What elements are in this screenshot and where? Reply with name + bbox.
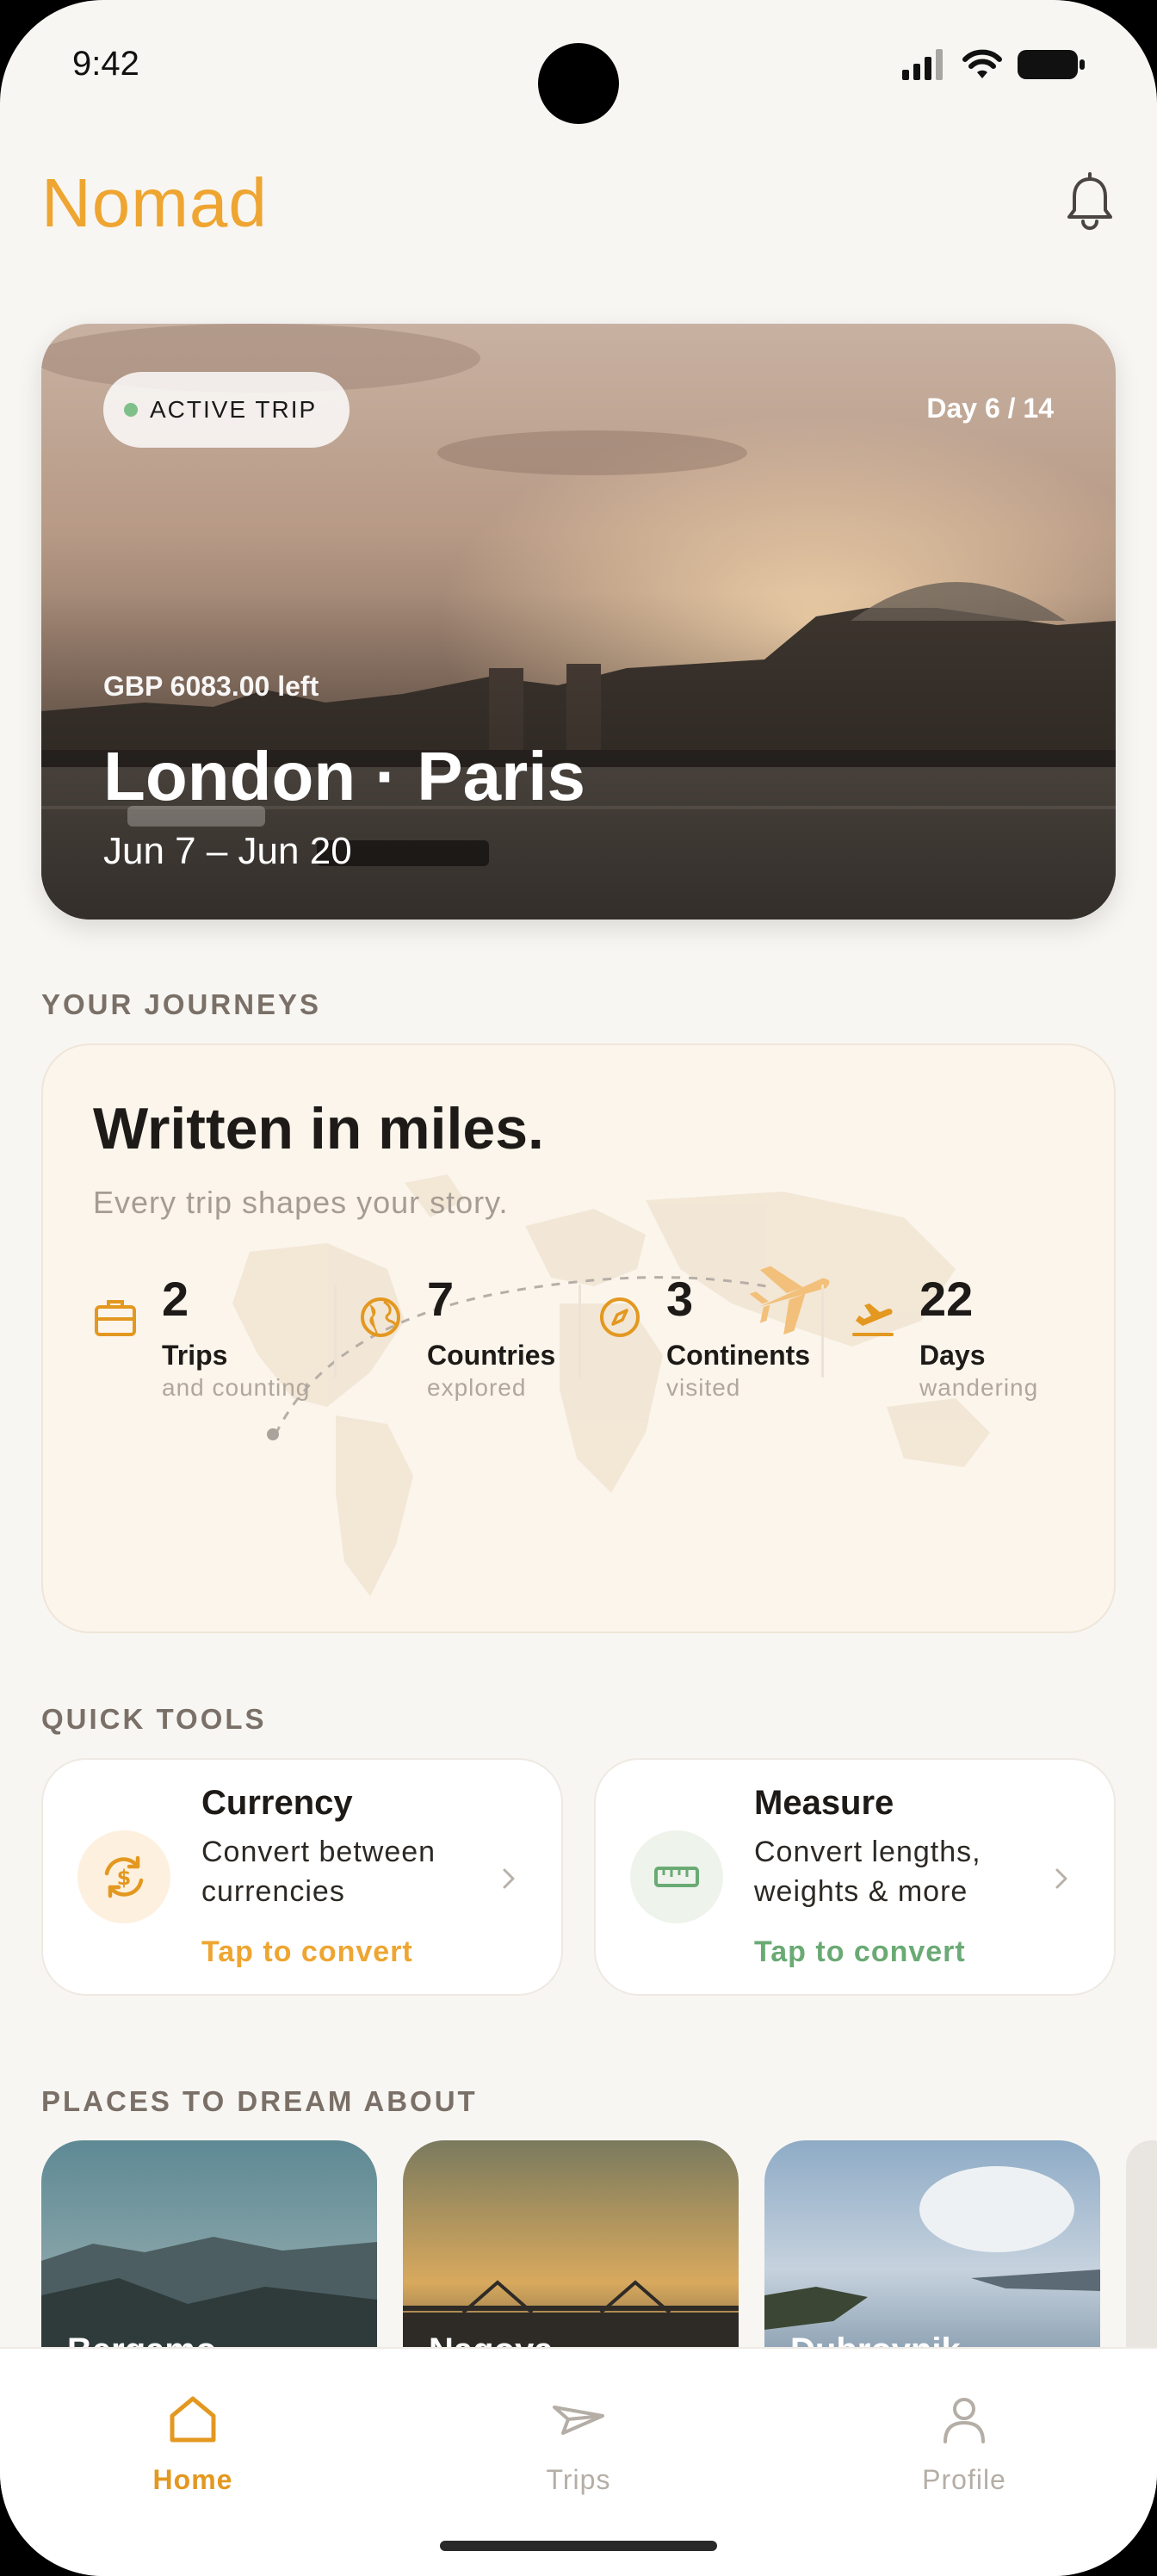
- app-screen: 9:42 Nomad ACTIVE TRIP Day 6 / 14 GBP 60…: [0, 0, 1157, 2576]
- status-icons: [902, 48, 1086, 81]
- currency-tool-cta[interactable]: Tap to convert: [201, 1935, 413, 1969]
- stat-divider: [821, 1285, 824, 1378]
- stat-label: Continents: [666, 1340, 811, 1371]
- stat-label: Countries: [427, 1340, 556, 1371]
- chevron-right-icon: [503, 1868, 515, 1889]
- currency-tool-card[interactable]: $ Currency Convert between currencies Ta…: [41, 1758, 563, 1996]
- battery-icon: [1018, 50, 1085, 79]
- ruler-icon: [654, 1867, 699, 1887]
- measure-icon-circle: [630, 1830, 723, 1923]
- currency-icon-circle: $: [77, 1830, 170, 1923]
- journeys-section-label: YOUR JOURNEYS: [41, 988, 322, 1020]
- stat-value: 7: [427, 1272, 455, 1326]
- nav-item-trips[interactable]: Trips: [467, 2392, 690, 2496]
- currency-exchange-icon: $: [104, 1855, 144, 1898]
- nav-item-profile[interactable]: Profile: [852, 2392, 1076, 2496]
- plane-takeoff-icon: [852, 1303, 894, 1336]
- measure-tool-title: Measure: [754, 1784, 894, 1822]
- stat-caption: explored: [427, 1374, 527, 1401]
- active-trip-badge: ACTIVE TRIP: [103, 372, 350, 448]
- status-time: 9:42: [72, 45, 139, 83]
- wifi-icon: [962, 49, 1002, 78]
- stat-divider: [334, 1285, 337, 1378]
- nav-label-profile: Profile: [922, 2464, 1006, 2495]
- active-trip-card[interactable]: ACTIVE TRIP Day 6 / 14 GBP 6083.00 left …: [41, 324, 1116, 920]
- stat-divider: [578, 1285, 581, 1378]
- active-trip-label: ACTIVE TRIP: [150, 396, 318, 423]
- stat-caption: visited: [666, 1374, 741, 1401]
- camera-cutout: [538, 43, 619, 124]
- stat-value: 2: [162, 1272, 189, 1326]
- app-title: Nomad: [41, 164, 268, 241]
- bell-icon[interactable]: [1064, 172, 1116, 232]
- home-icon: [170, 2396, 216, 2443]
- signal-icon: [902, 49, 943, 80]
- measure-tool-description: Convert lengths, weights & more: [754, 1836, 981, 1908]
- currency-tool-description: Convert between currencies: [201, 1836, 436, 1908]
- currency-tool-title: Currency: [201, 1784, 353, 1822]
- compass-icon: [600, 1297, 640, 1337]
- journeys-subtitle: Every trip shapes your story.: [93, 1185, 509, 1220]
- chevron-right-icon: [1055, 1868, 1067, 1889]
- nav-item-home[interactable]: Home: [81, 2392, 305, 2496]
- measure-tool-cta[interactable]: Tap to convert: [754, 1935, 966, 1969]
- stat-label: Days: [919, 1340, 986, 1371]
- status-bar: 9:42: [0, 0, 1157, 129]
- stat-label: Trips: [162, 1340, 228, 1371]
- measure-tool-card[interactable]: Measure Convert lengths, weights & more …: [594, 1758, 1116, 1996]
- stat-value: 22: [919, 1272, 974, 1326]
- user-icon: [944, 2398, 985, 2443]
- briefcase-icon: [95, 1300, 136, 1336]
- stat-caption: wandering: [919, 1374, 1039, 1401]
- nav-label-home: Home: [152, 2464, 233, 2495]
- tools-section-label: QUICK TOOLS: [41, 1703, 267, 1735]
- trip-dates: Jun 7 – Jun 20: [103, 830, 352, 872]
- trip-title: London · Paris: [103, 738, 585, 814]
- home-indicator[interactable]: [440, 2541, 717, 2551]
- stat-caption: and counting: [162, 1374, 311, 1401]
- trip-day-progress: Day 6 / 14: [926, 393, 1054, 424]
- svg-text:$: $: [117, 1866, 132, 1890]
- journeys-card: Written in miles. Every trip shapes your…: [41, 1043, 1116, 1633]
- paper-plane-icon: [553, 2406, 604, 2435]
- journeys-title: Written in miles.: [93, 1096, 544, 1161]
- nav-label-trips: Trips: [546, 2464, 611, 2495]
- stat-value: 3: [666, 1272, 694, 1326]
- places-section-label: PLACES TO DREAM ABOUT: [41, 2085, 478, 2117]
- status-dot: [124, 403, 138, 417]
- trip-budget: GBP 6083.00 left: [103, 671, 319, 702]
- globe-icon: [361, 1297, 400, 1337]
